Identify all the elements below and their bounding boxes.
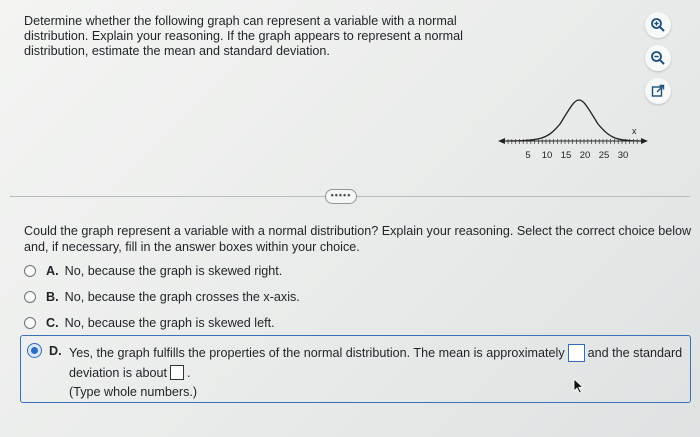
choice-b[interactable]: B. No, because the graph crosses the x-a… [24,288,300,306]
tick-label: 25 [599,150,610,161]
choice-d-line-1: Yes, the graph fulfills the properties o… [69,344,682,362]
choice-letter: A. [46,264,59,278]
zoom-out-icon [651,51,665,65]
question-line: distribution, estimate the mean and stan… [24,44,330,58]
x-axis-label: x [632,126,637,136]
question-line: distribution. Explain your reasoning. If… [24,29,463,43]
radio-button[interactable] [24,265,36,277]
popout-button[interactable] [645,78,671,104]
tick-label: 30 [618,150,629,161]
zoom-in-button[interactable] [645,12,671,38]
choice-d-line-2: deviation is about . [69,365,191,380]
choice-text: Yes, the graph fulfills the properties o… [69,346,565,360]
prompt-text: Could the graph represent a variable wit… [24,223,692,255]
axis-arrow-left [498,138,505,144]
axis-arrow-right [641,138,648,144]
radio-button[interactable] [24,291,36,303]
mean-answer-box[interactable] [567,344,585,362]
external-link-icon [651,84,665,97]
prompt-line: Could the graph represent a variable wit… [24,224,692,238]
answer-hint: (Type whole numbers.) [69,385,198,399]
radio-button[interactable] [24,317,36,329]
bell-curve [505,99,644,142]
zoom-in-icon [651,18,665,32]
tick-label: 5 [525,150,530,161]
question-line: Determine whether the following graph ca… [24,14,457,28]
choice-letter: C. [46,316,59,330]
zoom-out-button[interactable] [645,45,671,71]
question-text: Determine whether the following graph ca… [24,14,484,59]
choice-letter: D. [49,344,62,358]
tick-label: 15 [561,150,572,161]
prompt-line: and, if necessary, fill in the answer bo… [24,240,360,254]
choice-text: . [187,365,191,380]
choice-d[interactable]: D. Yes, the graph fulfills the propertie… [20,335,691,403]
mouse-cursor-icon [573,378,585,394]
choice-c[interactable]: C. No, because the graph is skewed left. [24,314,275,332]
choice-a[interactable]: A. No, because the graph is skewed right… [24,262,282,280]
choice-text: No, because the graph crosses the x-axis… [64,290,300,304]
sd-answer-box[interactable] [170,365,185,380]
choice-text: deviation is about [69,365,168,380]
expand-button[interactable]: ••••• [325,189,357,204]
radio-button-selected[interactable] [28,344,41,357]
bell-curve-graph: x 5 10 15 20 25 30 [498,99,648,161]
choice-text: and the standard [587,346,683,360]
tick-label: 20 [580,150,591,161]
choice-text: No, because the graph is skewed left. [64,316,275,330]
choice-text: No, because the graph is skewed right. [64,264,283,278]
tick-label: 10 [542,150,553,161]
choice-letter: B. [46,290,59,304]
